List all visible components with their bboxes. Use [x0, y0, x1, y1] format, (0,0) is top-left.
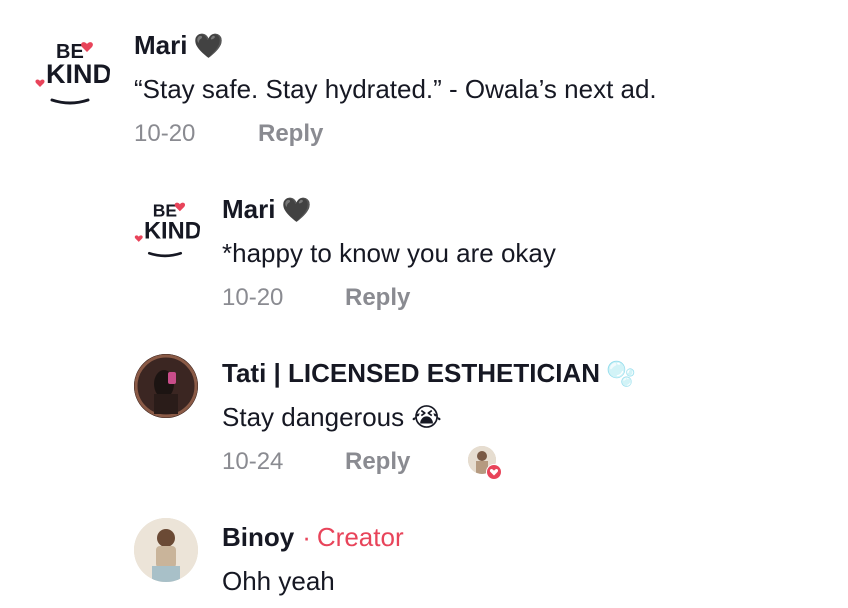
comment-item: Binoy · Creator Ohh yeah: [0, 508, 848, 608]
avatar[interactable]: BE KIND: [30, 30, 110, 110]
avatar[interactable]: [134, 518, 198, 582]
comment-text: Stay dangerous 😭: [222, 402, 442, 432]
comment-date: 10-20: [134, 120, 196, 147]
comment-item: BE KIND Mari 🖤 “Stay safe. Stay hydrated.…: [0, 0, 848, 170]
logo-text-be: BE: [153, 201, 177, 221]
reply-button[interactable]: Reply: [345, 448, 410, 476]
liked-by-creator-badge: [468, 446, 502, 480]
profile-photo: [134, 354, 198, 418]
username[interactable]: Mari 🖤: [134, 30, 223, 61]
be-kind-logo: BE KIND: [35, 41, 110, 105]
username[interactable]: Tati | LICENSED ESTHETICIAN 🫧: [222, 358, 636, 389]
username[interactable]: Binoy · Creator: [222, 522, 404, 553]
username-text[interactable]: Binoy: [222, 522, 294, 552]
logo-text-kind: KIND: [46, 59, 110, 89]
black-heart-icon: 🖤: [281, 197, 312, 224]
red-heart-icon: [486, 464, 502, 480]
avatar[interactable]: BE KIND: [130, 192, 200, 262]
profile-photo: [134, 518, 198, 582]
username[interactable]: Mari 🖤: [222, 194, 311, 225]
comment-item: Tati | LICENSED ESTHETICIAN 🫧 Stay danger…: [0, 344, 848, 494]
creator-badge: Creator: [316, 522, 404, 552]
username-text[interactable]: Mari: [222, 194, 275, 224]
avatar[interactable]: [134, 354, 198, 418]
comment-item: BE KIND Mari 🖤 *happy to know you are oka…: [0, 180, 848, 330]
comment-text: Ohh yeah: [222, 566, 335, 596]
logo-text-kind: KIND: [144, 218, 200, 244]
username-text[interactable]: Mari: [134, 30, 187, 60]
separator-dot: ·: [302, 522, 311, 552]
comment-text: “Stay safe. Stay hydrated.” - Owala’s ne…: [134, 74, 657, 104]
reply-button[interactable]: Reply: [258, 120, 323, 148]
be-kind-logo: BE KIND: [134, 201, 200, 258]
comment-text: *happy to know you are okay: [222, 238, 556, 268]
comment-date: 10-24: [222, 448, 284, 475]
reply-button[interactable]: Reply: [345, 284, 410, 312]
bubbles-icon: 🫧: [606, 361, 636, 388]
username-text[interactable]: Tati | LICENSED ESTHETICIAN: [222, 358, 600, 388]
comment-date: 10-20: [222, 284, 284, 311]
black-heart-icon: 🖤: [193, 33, 224, 60]
